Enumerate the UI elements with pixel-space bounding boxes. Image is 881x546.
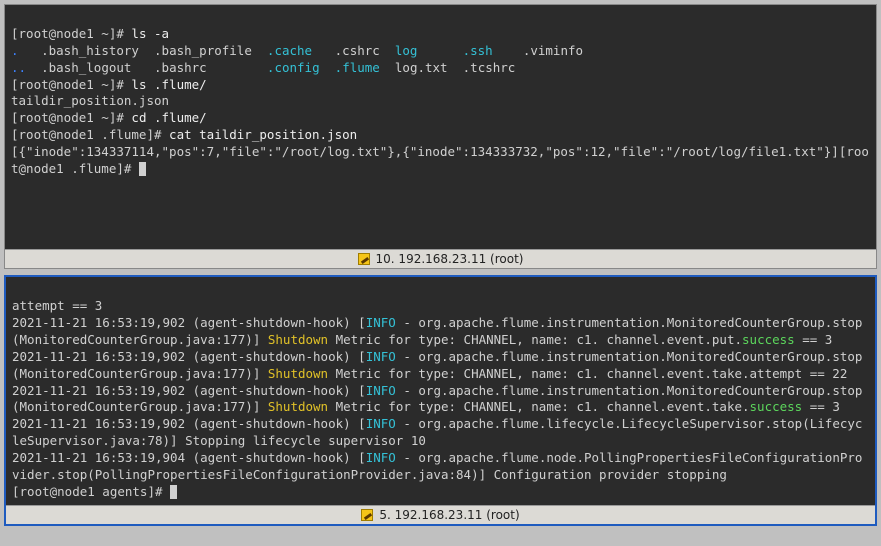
terminal-output-top[interactable]: [root@node1 ~]# ls -a . .bash_history .b… (5, 5, 876, 249)
ls-item: .bash_profile (154, 43, 252, 58)
log-level-info: INFO (366, 315, 396, 330)
ls-item: .tcshrc (463, 60, 516, 75)
ls-item: log.txt (395, 60, 448, 75)
log-seg: Metric for type: CHANNEL, name: c1. chan… (328, 366, 847, 381)
log-ts: 2021-11-21 16:53:19,904 (agent-shutdown-… (12, 450, 366, 465)
log-seg: == 3 (795, 332, 833, 347)
output-line: taildir_position.json (11, 93, 169, 108)
log-ts: 2021-11-21 16:53:19,902 (agent-shutdown-… (12, 383, 366, 398)
prompt: [root@node1 .flume]# (11, 127, 169, 142)
log-seg: == 3 (802, 399, 840, 414)
terminal-output-bottom[interactable]: attempt == 3 2021-11-21 16:53:19,902 (ag… (6, 277, 875, 504)
log-ts: 2021-11-21 16:53:19,902 (agent-shutdown-… (12, 416, 366, 431)
ls-item: . (11, 43, 19, 58)
log-level-info: INFO (366, 416, 396, 431)
status-bar-top[interactable]: 10. 192.168.23.11 (root) (5, 249, 876, 268)
log-ts: 2021-11-21 16:53:19,902 (agent-shutdown-… (12, 349, 366, 364)
prompt: [root@node1 agents]# (12, 484, 170, 499)
prompt: [root@node1 ~]# (11, 110, 131, 125)
cursor (170, 485, 177, 499)
cmd-text: cd .flume/ (131, 110, 206, 125)
ls-item: log (395, 43, 418, 58)
log-keyword-shutdown: Shutdown (268, 399, 328, 414)
log-keyword-success: success (750, 399, 803, 414)
ls-item: .. (11, 60, 26, 75)
ls-item: .cache (267, 43, 312, 58)
terminal-window-bottom: attempt == 3 2021-11-21 16:53:19,902 (ag… (4, 275, 877, 525)
cmd-text: cat taildir_position.json (169, 127, 357, 142)
status-bar-bottom[interactable]: 5. 192.168.23.11 (root) (6, 505, 875, 524)
status-label: 10. 192.168.23.11 (root) (376, 252, 524, 266)
cursor (139, 162, 146, 176)
log-line: attempt == 3 (12, 298, 102, 313)
cmd-text: ls (131, 26, 154, 41)
terminal-window-top: [root@node1 ~]# ls -a . .bash_history .b… (4, 4, 877, 269)
ls-item: .bash_history (41, 43, 139, 58)
terminal-icon (361, 509, 373, 521)
log-level-info: INFO (366, 383, 396, 398)
ls-item: .ssh (463, 43, 493, 58)
log-keyword-success: success (742, 332, 795, 347)
output-line: [{"inode":134337114,"pos":7,"file":"/roo… (11, 144, 839, 159)
log-ts: 2021-11-21 16:53:19,902 (agent-shutdown-… (12, 315, 366, 330)
log-keyword-shutdown: Shutdown (268, 332, 328, 347)
cmd-text: ls .flume/ (131, 77, 206, 92)
log-keyword-shutdown: Shutdown (268, 366, 328, 381)
ls-item: .flume (335, 60, 380, 75)
ls-item: .cshrc (335, 43, 380, 58)
ls-item: .bash_logout (41, 60, 131, 75)
ls-item: .viminfo (523, 43, 583, 58)
ls-item: .config (267, 60, 320, 75)
log-seg: Metric for type: CHANNEL, name: c1. chan… (328, 399, 749, 414)
status-label: 5. 192.168.23.11 (root) (379, 508, 519, 522)
cmd-flag: -a (154, 26, 169, 41)
prompt: [root@node1 ~]# (11, 77, 131, 92)
terminal-icon (358, 253, 370, 265)
log-seg: Metric for type: CHANNEL, name: c1. chan… (328, 332, 742, 347)
ls-item: .bashrc (154, 60, 207, 75)
log-level-info: INFO (366, 450, 396, 465)
log-level-info: INFO (366, 349, 396, 364)
prompt: [root@node1 ~]# (11, 26, 131, 41)
